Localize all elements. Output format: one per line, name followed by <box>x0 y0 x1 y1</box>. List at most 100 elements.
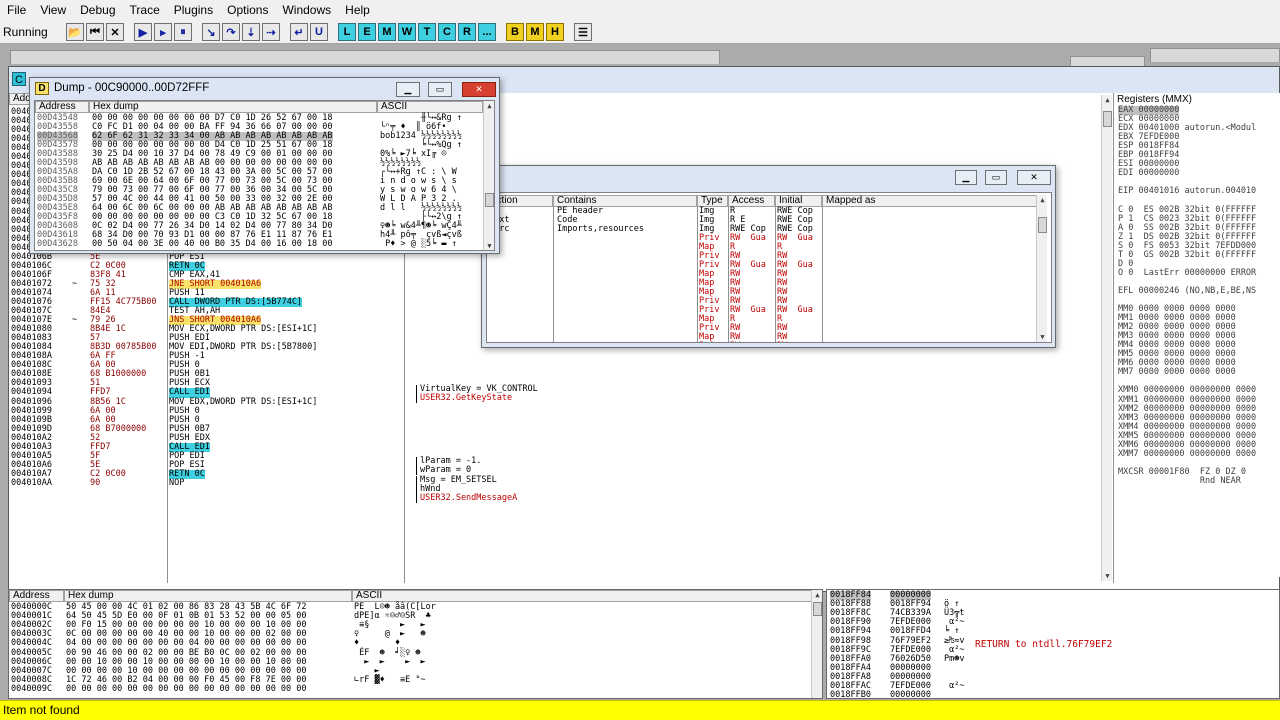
close-button[interactable]: ✕ <box>1017 170 1051 185</box>
access-header[interactable]: Access <box>728 195 775 207</box>
bottom-dump-hex[interactable]: 00 00 00 00 00 00 00 00 00 00 00 00 00 0… <box>66 684 307 694</box>
scroll-thumb[interactable] <box>485 193 494 207</box>
menu-plugins[interactable]: Plugins <box>167 3 220 17</box>
bottom-ascii-header[interactable]: ASCII <box>352 590 812 602</box>
minimize-button[interactable]: ▁ <box>396 82 420 97</box>
scroll-thumb[interactable] <box>813 602 822 616</box>
memory-initial-cell[interactable]: RW Gua <box>777 305 813 315</box>
bmh-button-b[interactable]: B <box>506 23 524 41</box>
window-button-r[interactable]: R <box>458 23 476 41</box>
dump-row-ascii[interactable]: P♦ > @ ░5╘ ▬ ↑ <box>380 239 462 249</box>
scroll-down-icon[interactable]: ▼ <box>484 241 494 250</box>
stack-address[interactable]: 0018FFB0 <box>830 691 871 698</box>
cpu-jump-mark <box>72 416 82 425</box>
open-icon[interactable]: 📂 <box>66 23 84 41</box>
maximize-button[interactable]: ▭ <box>985 170 1007 185</box>
close-button[interactable]: ✕ <box>462 82 496 97</box>
cpu-row-instruction[interactable]: NOP <box>169 478 184 488</box>
register-line[interactable]: T 0 GS 002B 32bit 0(FFFFFF <box>1118 250 1280 260</box>
step-over-icon[interactable]: ↷ <box>222 23 240 41</box>
menu-trace[interactable]: Trace <box>123 3 167 17</box>
memory-initial-cell[interactable]: RW <box>777 341 787 342</box>
scroll-down-icon[interactable]: ▼ <box>1102 571 1113 581</box>
register-line[interactable]: Rnd NEAR <box>1118 476 1280 486</box>
scroll-thumb[interactable] <box>1103 111 1112 127</box>
register-line[interactable]: EIP 00401016 autorun.004010 <box>1118 187 1280 196</box>
maximize-button[interactable]: ▭ <box>428 82 452 97</box>
cpu-jump-mark <box>72 407 82 416</box>
run-icon[interactable]: ▶ <box>134 23 152 41</box>
memory-contains-cell[interactable]: Imports,resources <box>557 224 644 234</box>
window-button-more[interactable]: ... <box>478 23 496 41</box>
execute-till-user-code-icon[interactable]: U <box>310 23 328 41</box>
bottom-dump-scrollbar[interactable]: ▲ <box>811 590 822 698</box>
memory-type-cell[interactable]: Priv <box>699 341 719 342</box>
window-button-c[interactable]: C <box>438 23 456 41</box>
memory-scrollbar[interactable]: ▲ ▼ <box>1036 195 1047 342</box>
register-line[interactable]: MM7 0000 0000 0000 0000 <box>1118 368 1280 377</box>
scroll-down-icon[interactable]: ▼ <box>1037 332 1048 342</box>
execute-till-return-icon[interactable]: ↵ <box>290 23 308 41</box>
stack-pane: 0018FF84 00000000 0018FF88 0018FF94 ö ↑ 0018F… <box>826 589 1280 699</box>
bmh-button-m[interactable]: M <box>526 23 544 41</box>
menu-windows[interactable]: Windows <box>275 3 338 17</box>
cpu-row-hex: 68 B7000000 <box>90 423 147 434</box>
memory-access-cell[interactable]: RW Gua <box>730 305 766 315</box>
bmh-button-h[interactable]: H <box>546 23 564 41</box>
bottom-address-header[interactable]: Address <box>9 590 64 602</box>
scroll-up-icon[interactable]: ▲ <box>812 590 822 600</box>
register-line[interactable]: XMM7 00000000 00000000 0000 <box>1118 449 1280 459</box>
window-button-e[interactable]: E <box>358 23 376 41</box>
bottom-hex-header[interactable]: Hex dump <box>64 590 352 602</box>
cpu-jump-mark <box>72 352 82 361</box>
register-line[interactable]: EFL 00000246 (NO,NB,E,BE,NS <box>1118 286 1280 296</box>
stack-value[interactable]: 00000000 <box>890 691 931 698</box>
window-button-l[interactable]: L <box>338 23 356 41</box>
window-button-m[interactable]: M <box>378 23 396 41</box>
scroll-up-icon[interactable]: ▲ <box>1102 95 1113 105</box>
minimize-button[interactable]: ▁ <box>955 170 977 185</box>
scroll-up-icon[interactable]: ▲ <box>1037 195 1048 205</box>
cpu-comment: USER32.GetKeyState <box>416 393 512 404</box>
list-icon[interactable]: ☰ <box>574 23 592 41</box>
background-window-edge <box>10 50 720 64</box>
pause-icon[interactable]: ⏸ <box>174 23 192 41</box>
toolbar: Running 📂 ⏮ ✕ ▶ ▸ ⏸ ↘ ↷ ⇣ ⇢ ↵ U L E M W T C R... B M H ☰ <box>0 20 1280 44</box>
close-icon[interactable]: ✕ <box>106 23 124 41</box>
trace-over-icon[interactable]: ⇢ <box>262 23 280 41</box>
register-line[interactable]: EDI 00000000 <box>1118 169 1280 178</box>
register-line[interactable]: O 0 LastErr 00000000 ERROR <box>1118 268 1280 278</box>
window-button-t[interactable]: T <box>418 23 436 41</box>
menu-view[interactable]: View <box>33 3 73 17</box>
memory-initial-cell[interactable]: RW Gua <box>777 233 813 243</box>
cpu-row-hex: 68 B1000000 <box>90 369 147 380</box>
menu-options[interactable]: Options <box>220 3 275 17</box>
memory-access-cell[interactable]: RW <box>730 341 740 342</box>
dump-address-header[interactable]: Address <box>35 101 89 113</box>
run-thread-icon[interactable]: ▸ <box>154 23 172 41</box>
dump-hex-header[interactable]: Hex dump <box>89 101 377 113</box>
menu-bar: File View Debug Trace Plugins Options Windows H… <box>0 0 1280 20</box>
menu-help[interactable]: Help <box>338 3 377 17</box>
cpu-jump-mark <box>72 434 82 443</box>
dump-row-hex[interactable]: 00 50 04 00 3E 00 40 00 B0 35 D4 00 16 0… <box>92 239 333 249</box>
scroll-thumb[interactable] <box>1038 217 1047 233</box>
trace-into-icon[interactable]: ⇣ <box>242 23 260 41</box>
step-into-icon[interactable]: ↘ <box>202 23 220 41</box>
column-divider <box>822 207 823 342</box>
menu-debug[interactable]: Debug <box>73 3 122 17</box>
bottom-dump-ascii[interactable] <box>354 685 436 694</box>
dump-ascii-header[interactable]: ASCII <box>377 101 483 113</box>
restart-icon[interactable]: ⏮ <box>86 23 104 41</box>
mapped-as-header[interactable]: Mapped as <box>822 195 1037 207</box>
cpu-scrollbar[interactable]: ▲ ▼ <box>1101 95 1112 581</box>
cpu-jump-mark <box>72 452 82 461</box>
scroll-up-icon[interactable]: ▲ <box>484 101 494 111</box>
menu-file[interactable]: File <box>0 3 33 17</box>
dump-row-address: 00D43628 <box>37 239 78 249</box>
dump-scrollbar[interactable]: ▲ ▼ <box>483 101 494 250</box>
cpu-jump-mark: ~ <box>72 278 78 289</box>
cpu-jump-mark <box>72 298 82 307</box>
memory-access-cell[interactable]: RW Gua <box>730 233 766 243</box>
window-button-w[interactable]: W <box>398 23 416 41</box>
